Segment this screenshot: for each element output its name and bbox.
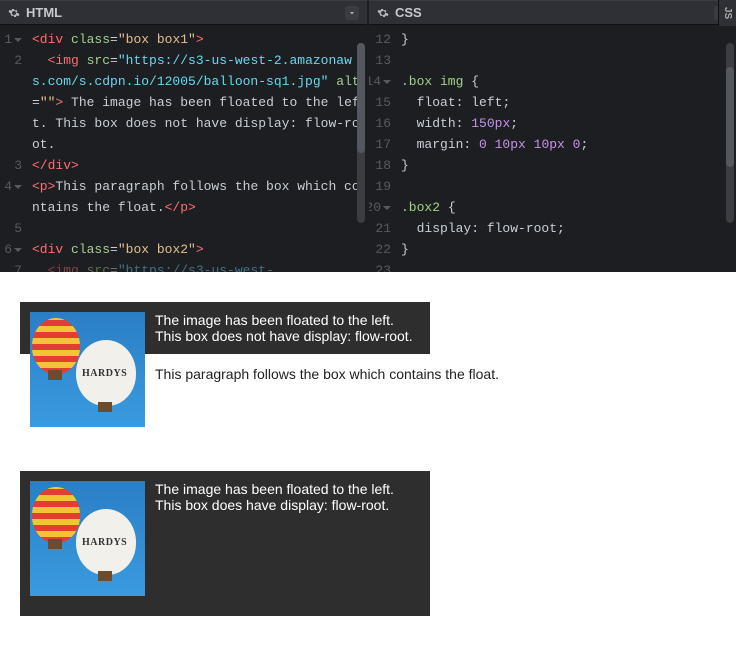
code-token: ; [510,116,518,131]
scrollbar-thumb[interactable] [726,67,734,167]
box-2: The image has been floated to the left. … [20,471,430,616]
css-gutter: 121314151617181920212223 [369,25,397,272]
html-panel-title: HTML [26,5,345,20]
code-token: } [401,32,409,47]
js-collapsed-tab[interactable]: JS [718,0,736,26]
code-token: : [456,116,472,131]
code-token: src [87,263,110,272]
code-token: : [463,137,479,152]
code-token: { [471,74,479,89]
code-token: : [471,221,487,236]
code-token: ; [557,221,565,236]
code-token: > [55,95,71,110]
code-token [401,116,417,131]
code-token: .box2 [401,200,448,215]
code-token: > [196,32,204,47]
css-code-area[interactable]: 121314151617181920212223 } .box img { fl… [369,25,736,272]
code-token: .box img [401,74,471,89]
html-code-area[interactable]: 1234567 <div class="box box1"> <img src=… [0,25,367,272]
html-gutter: 1234567 [0,25,28,272]
box-2-text: The image has been floated to the left. … [155,481,394,513]
code-token: = [110,53,118,68]
code-token: display [417,221,472,236]
code-token: <div [32,32,71,47]
code-token: = [32,95,40,110]
box-1-text: The image has been floated to the left. … [155,312,413,344]
css-panel: CSS 121314151617181920212223 } .box img … [369,0,736,272]
code-token: 150px [471,116,510,131]
html-panel-header[interactable]: HTML [0,0,367,25]
box-1: The image has been floated to the left. … [20,302,430,354]
code-token: = [110,263,118,272]
css-panel-header[interactable]: CSS [369,0,736,25]
code-token: "https://s3-us-west- [118,263,274,272]
editor-split: HTML 1234567 <div class="box box1"> <img… [0,0,736,272]
gear-icon [377,7,389,19]
code-token: margin [417,137,464,152]
code-token: <div [32,242,71,257]
code-token: </div> [32,158,79,173]
code-token: class [71,32,110,47]
css-code[interactable]: } .box img { float: left; width: 150px; … [397,25,736,272]
code-token: width [417,116,456,131]
code-token: : [456,95,472,110]
code-token: } [401,242,409,257]
code-token [401,221,417,236]
code-token: > [196,242,204,257]
code-token [401,137,417,152]
code-token: "box box2" [118,242,196,257]
code-token: flow-root [487,221,557,236]
gear-icon [8,7,20,19]
code-token: </p> [165,200,196,215]
code-token: = [110,32,118,47]
code-token: } [401,158,409,173]
code-token [32,53,48,68]
html-code[interactable]: <div class="box box1"> <img src="https:/… [28,25,367,272]
code-token: { [448,200,456,215]
code-token: class [71,242,110,257]
code-token: The image has been floated to the left. … [32,95,360,152]
code-token: left [471,95,502,110]
code-token [401,95,417,110]
preview-pane: The image has been floated to the left. … [0,272,736,648]
css-panel-title: CSS [395,5,714,20]
code-token: src [87,53,110,68]
balloon-image [30,312,145,427]
html-panel: HTML 1234567 <div class="box box1"> <img… [0,0,367,272]
code-token: <p> [32,179,55,194]
chevron-down-icon[interactable] [345,6,359,20]
css-scrollbar[interactable] [726,43,734,223]
code-token: float [417,95,456,110]
balloon-image [30,481,145,596]
code-token: <img [48,53,87,68]
code-token: = [110,242,118,257]
html-scrollbar[interactable] [357,43,365,223]
code-token: ; [502,95,510,110]
code-token: ; [580,137,588,152]
code-token [32,263,48,272]
code-token: "" [40,95,56,110]
code-token: <img [48,263,87,272]
scrollbar-thumb[interactable] [357,43,365,153]
code-token: 0 10px 10px 0 [479,137,580,152]
code-token: "box box1" [118,32,196,47]
